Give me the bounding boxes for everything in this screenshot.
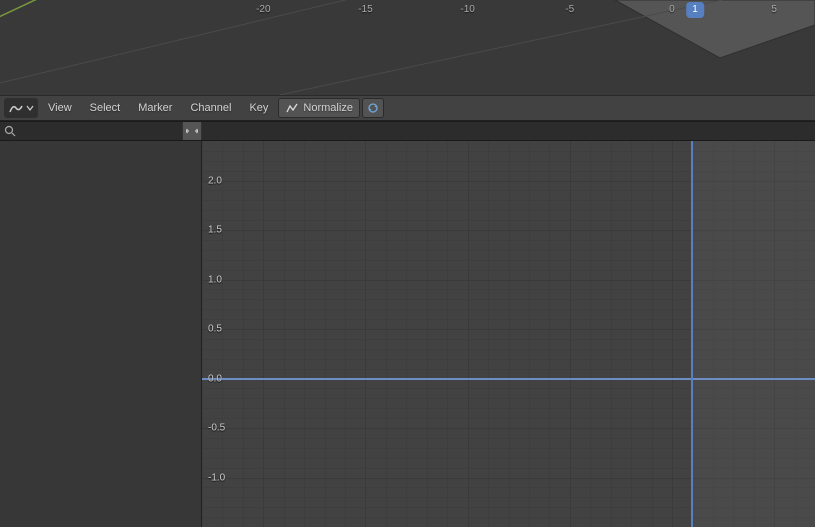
sidebar-resize-handle[interactable] [182, 122, 202, 140]
auto-normalize-button[interactable] [362, 98, 384, 118]
normalize-label: Normalize [303, 102, 353, 114]
gridline-vertical-minor [447, 141, 448, 527]
menu-channel[interactable]: Channel [182, 99, 239, 117]
post-frame-region [692, 141, 815, 527]
gridline-vertical-minor [590, 141, 591, 527]
x-tick-label: 5 [771, 0, 777, 20]
gridline-vertical-minor [243, 141, 244, 527]
gridline-vertical [468, 141, 469, 527]
normalize-button[interactable]: Normalize [278, 98, 360, 118]
gridline-vertical-minor [488, 141, 489, 527]
refresh-icon [366, 101, 380, 115]
search-icon [4, 125, 16, 137]
gridline-vertical [570, 141, 571, 527]
gridline-vertical-minor [427, 141, 428, 527]
gridline-vertical [365, 141, 366, 527]
graph-area[interactable]: 2.01.51.00.50.0-0.5-1.0 [202, 141, 815, 527]
gridline-vertical-minor [304, 141, 305, 527]
editor-type-selector[interactable] [4, 98, 38, 118]
menu-key[interactable]: Key [241, 99, 276, 117]
gridline-vertical-minor [406, 141, 407, 527]
gridline-vertical-minor [611, 141, 612, 527]
menu-view[interactable]: View [40, 99, 80, 117]
gridline-vertical-minor [386, 141, 387, 527]
normalize-icon [285, 101, 299, 115]
graph-editor-header: View Select Marker Channel Key Normalize [0, 95, 815, 121]
gridline-vertical-minor [222, 141, 223, 527]
search-input-wrap [0, 122, 182, 140]
gridline-vertical-minor [529, 141, 530, 527]
gridline-vertical-minor [631, 141, 632, 527]
x-tick-label: -20 [256, 0, 270, 20]
x-tick-label: -5 [565, 0, 574, 20]
gridline-vertical-minor [345, 141, 346, 527]
gridline-vertical-minor [325, 141, 326, 527]
gridline-vertical-minor [549, 141, 550, 527]
x-tick-label: -10 [460, 0, 474, 20]
x-ruler[interactable]: 1 -20 -15 -10 -5 0 5 [202, 0, 815, 20]
gridline-vertical-minor [652, 141, 653, 527]
gridline-vertical [672, 141, 673, 527]
chevron-down-icon [26, 104, 34, 112]
playhead[interactable] [691, 141, 693, 527]
channel-search-bar: 1 -20-15-10-505 [0, 121, 815, 141]
menu-select[interactable]: Select [82, 99, 129, 117]
axis-y-line [0, 0, 120, 40]
search-input[interactable] [20, 125, 178, 137]
resize-horizontal-icon [186, 126, 198, 136]
x-tick-label: 0 [669, 0, 675, 20]
gridline-vertical-minor [509, 141, 510, 527]
graph-editor-main: 2.01.51.00.50.0-0.5-1.0 [0, 141, 815, 527]
graph-editor-icon [8, 100, 24, 116]
channel-sidebar[interactable] [0, 141, 202, 527]
zero-axis-line [202, 378, 815, 380]
gridline-vertical-minor [284, 141, 285, 527]
menu-marker[interactable]: Marker [130, 99, 180, 117]
x-tick-label: -15 [358, 0, 372, 20]
current-frame-badge[interactable]: 1 [686, 2, 704, 18]
gridline-vertical-minor [202, 141, 203, 527]
gridline-vertical [263, 141, 264, 527]
grid [202, 141, 815, 527]
